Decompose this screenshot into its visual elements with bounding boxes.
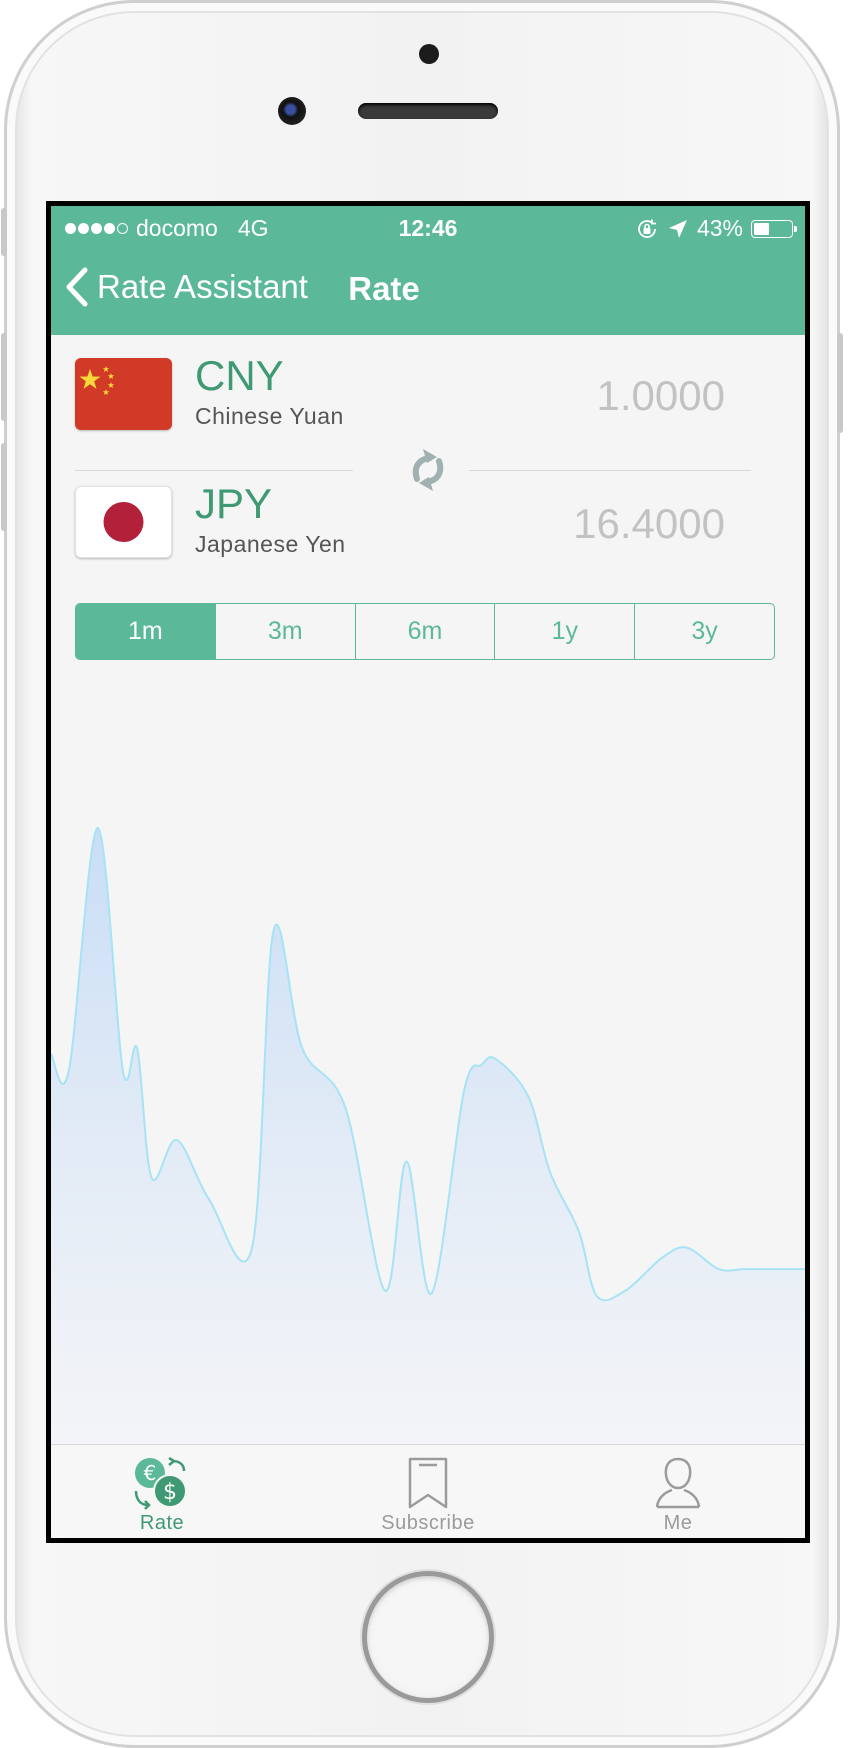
silent-switch xyxy=(1,208,7,256)
tab-1m[interactable]: 1m xyxy=(76,604,215,659)
currency-name: Chinese Yuan xyxy=(195,403,344,429)
tabbar-item-rate[interactable]: € $ Rate xyxy=(72,1445,252,1538)
tabbar-item-me[interactable]: Me xyxy=(588,1445,768,1538)
person-icon xyxy=(655,1457,701,1509)
home-button[interactable] xyxy=(362,1571,494,1703)
page-title: Rate xyxy=(348,270,420,307)
japan-flag-circle xyxy=(103,502,144,542)
currency-name: Japanese Yen xyxy=(195,531,346,557)
svg-text:$: $ xyxy=(163,1480,177,1505)
tab-6m[interactable]: 6m xyxy=(354,604,495,659)
navigation-bar: Rate Assistant Rate xyxy=(51,246,805,335)
japan-flag-icon xyxy=(75,486,172,558)
tabbar-label: Rate xyxy=(139,1512,185,1534)
rate-history-chart xyxy=(51,826,805,1466)
currency-exchange-icon: € $ xyxy=(134,1456,187,1510)
volume-down-button xyxy=(1,443,7,531)
china-flag-icon xyxy=(75,358,172,430)
tab-3y[interactable]: 3y xyxy=(634,604,774,659)
svg-text:€: € xyxy=(144,1461,157,1485)
earpiece-speaker xyxy=(358,103,498,119)
china-flag-stars xyxy=(79,366,115,395)
currency-code: CNY xyxy=(195,352,284,399)
header: docomo 4G 12:46 43% Rate Assistant Rate xyxy=(51,206,805,335)
front-camera xyxy=(278,97,306,125)
divider-right xyxy=(469,470,751,471)
app-screen: docomo 4G 12:46 43% Rate Assistant Rate … xyxy=(46,201,810,1543)
tabbar-label: Subscribe xyxy=(381,1512,475,1534)
currency-row-base[interactable]: CNY Chinese Yuan 1.0000 xyxy=(75,352,755,442)
location-arrow-icon xyxy=(668,219,687,238)
tabbar-label: Me xyxy=(663,1512,693,1534)
proximity-sensor xyxy=(419,44,439,64)
tab-bar: € $ Rate Subscribe Me xyxy=(51,1444,805,1538)
power-button xyxy=(837,333,843,433)
status-bar: docomo 4G 12:46 43% xyxy=(51,206,805,246)
currency-code: JPY xyxy=(195,480,273,527)
tab-1y[interactable]: 1y xyxy=(494,604,634,659)
volume-up-button xyxy=(1,333,7,421)
bookmark-icon xyxy=(408,1457,448,1509)
battery-tip xyxy=(794,225,797,232)
currency-amount[interactable]: 16.4000 xyxy=(573,500,725,548)
tab-3m[interactable]: 3m xyxy=(214,604,355,659)
currency-amount[interactable]: 1.0000 xyxy=(597,372,725,420)
chart-area-fill xyxy=(51,827,805,1466)
tabbar-item-subscribe[interactable]: Subscribe xyxy=(338,1445,518,1538)
battery-percent: 43% xyxy=(696,215,743,241)
period-selector: 1m 3m 6m 1y 3y xyxy=(75,603,775,660)
battery-level xyxy=(754,222,769,235)
status-right: 43% xyxy=(635,215,797,242)
battery-icon xyxy=(751,219,797,238)
rotation-lock-icon xyxy=(638,219,656,238)
divider-left xyxy=(75,470,353,471)
currency-row-target[interactable]: JPY Japanese Yen 16.4000 xyxy=(75,480,755,570)
